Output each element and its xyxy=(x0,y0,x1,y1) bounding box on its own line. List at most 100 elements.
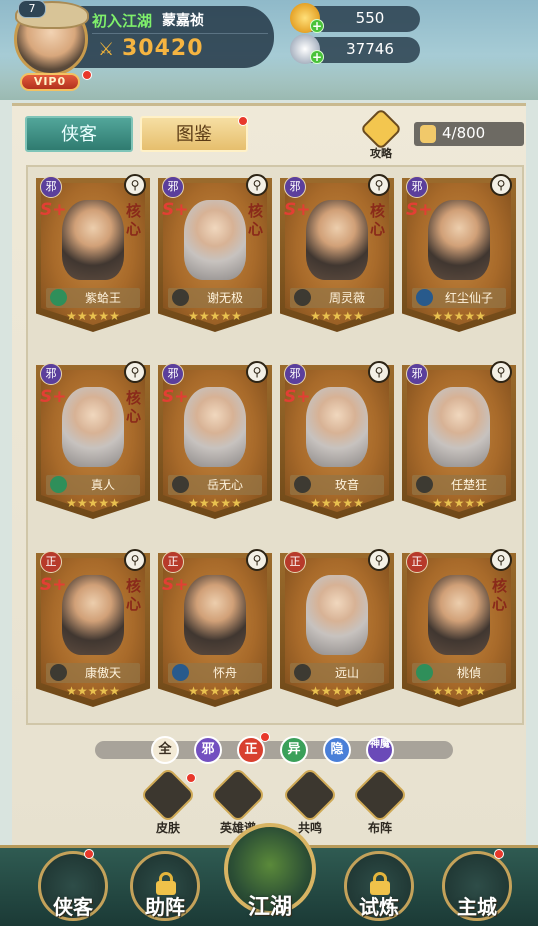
hero-name: 任楚狂 xyxy=(450,478,487,492)
hero-card[interactable]: 邪 ⚲ S+ 核心 真人 ★★★★★ xyxy=(36,357,150,525)
star-rating: ★★★★★ xyxy=(66,309,120,323)
hero-name: 康傲天 xyxy=(84,666,121,680)
core-label: 核心 xyxy=(126,577,142,613)
hero-card[interactable]: 邪 ⚲ 任楚狂 ★★★★★ xyxy=(402,357,516,525)
hero-name: 紫蛤王 xyxy=(84,291,121,305)
magnifier-icon[interactable]: ⚲ xyxy=(124,361,146,383)
hero-card[interactable]: 邪 ⚲ S+ 核心 谢无极 ★★★★★ xyxy=(158,170,272,338)
filter-notification-dot xyxy=(260,732,270,742)
add-gold-button[interactable]: + xyxy=(310,19,324,33)
faction-filter-button[interactable]: 隐 xyxy=(323,736,351,764)
vip-badge[interactable]: VIP0 xyxy=(20,73,80,91)
magnifier-icon[interactable]: ⚲ xyxy=(124,549,146,571)
codex-notification-dot xyxy=(238,116,248,126)
hero-card[interactable]: 正 ⚲ 远山 ★★★★★ xyxy=(280,545,394,713)
collection-icon xyxy=(420,125,436,143)
resonance-icon xyxy=(281,766,339,824)
star-rating: ★★★★★ xyxy=(310,496,364,510)
player-title: 初入江湖 xyxy=(92,12,153,30)
resonance-button[interactable]: 共鸣 xyxy=(281,766,339,836)
skin-label: 皮肤 xyxy=(155,821,180,835)
magnifier-icon[interactable]: ⚲ xyxy=(124,174,146,196)
hero-type-icon xyxy=(294,476,311,493)
hero-name: 红尘仙子 xyxy=(444,291,493,305)
hero-name: 谢无极 xyxy=(206,291,243,305)
faction-filter-button[interactable]: 全 xyxy=(151,736,179,764)
faction-badge: 正 xyxy=(162,551,184,573)
star-rating: ★★★★★ xyxy=(432,496,486,510)
core-label: 核心 xyxy=(248,202,264,238)
tab-codex[interactable]: 图鉴 xyxy=(140,116,248,152)
skin-button[interactable]: 皮肤 xyxy=(139,766,197,836)
faction-badge: 正 xyxy=(40,551,62,573)
grade-label: S+ xyxy=(284,387,311,407)
formation-grid-icon xyxy=(351,766,409,824)
hero-type-icon xyxy=(416,476,433,493)
hero-name: 周灵薇 xyxy=(328,291,365,305)
faction-filter-bar xyxy=(95,741,453,759)
magnifier-icon[interactable]: ⚲ xyxy=(368,549,390,571)
hero-type-icon xyxy=(172,664,189,681)
faction-filter-button[interactable]: 神魔 xyxy=(366,736,394,764)
add-silver-button[interactable]: + xyxy=(310,50,324,64)
hero-name: 桃偵 xyxy=(456,666,481,680)
faction-filter-button[interactable]: 异 xyxy=(280,736,308,764)
hero-portrait xyxy=(306,200,368,280)
grade-label: S+ xyxy=(40,387,67,407)
hero-name: 岳无心 xyxy=(206,478,243,492)
hero-type-icon xyxy=(172,476,189,493)
hero-type-icon xyxy=(50,664,67,681)
star-rating: ★★★★★ xyxy=(432,684,486,698)
skin-notification-dot xyxy=(186,773,196,783)
hero-card[interactable]: 正 ⚲ S+ 怀舟 ★★★★★ xyxy=(158,545,272,713)
hero-name: 怀舟 xyxy=(212,666,237,680)
faction-badge: 邪 xyxy=(162,363,184,385)
grade-label: S+ xyxy=(162,387,189,407)
faction-badge: 邪 xyxy=(406,176,428,198)
faction-badge: 邪 xyxy=(40,363,62,385)
formation-label: 布阵 xyxy=(367,821,392,835)
faction-badge: 邪 xyxy=(284,176,306,198)
star-rating: ★★★★★ xyxy=(188,309,242,323)
hero-card[interactable]: 邪 ⚲ S+ 红尘仙子 ★★★★★ xyxy=(402,170,516,338)
collection-count-pill: 4/800 xyxy=(414,122,524,146)
core-label: 核心 xyxy=(370,202,386,238)
star-rating: ★★★★★ xyxy=(310,309,364,323)
magnifier-icon[interactable]: ⚲ xyxy=(368,361,390,383)
faction-filter-button[interactable]: 邪 xyxy=(194,736,222,764)
tab-heroes[interactable]: 侠客 xyxy=(25,116,133,152)
faction-badge: 正 xyxy=(406,551,428,573)
hero-card[interactable]: 邪 ⚲ S+ 核心 周灵薇 ★★★★★ xyxy=(280,170,394,338)
magnifier-icon[interactable]: ⚲ xyxy=(246,549,268,571)
nav-trial-label: 试炼 xyxy=(359,895,399,919)
hero-type-icon xyxy=(416,289,433,306)
hero-card[interactable]: 邪 ⚲ S+ 玫音 ★★★★★ xyxy=(280,357,394,525)
magnifier-icon[interactable]: ⚲ xyxy=(368,174,390,196)
magnifier-icon[interactable]: ⚲ xyxy=(490,549,512,571)
magnifier-icon[interactable]: ⚲ xyxy=(490,174,512,196)
hero-name: 玫音 xyxy=(334,478,359,492)
hero-portrait xyxy=(428,387,490,467)
silver-value: 37746 xyxy=(346,40,394,58)
magnifier-icon[interactable]: ⚲ xyxy=(246,174,268,196)
hero-card[interactable]: 正 ⚲ S+ 核心 康傲天 ★★★★★ xyxy=(36,545,150,713)
nav-jianghu-label: 江湖 xyxy=(247,895,292,920)
grade-label: S+ xyxy=(406,200,433,220)
guide-label: 攻略 xyxy=(370,147,392,160)
guide-button[interactable]: 攻略 xyxy=(359,107,403,160)
hero-type-icon xyxy=(294,664,311,681)
guide-book-icon xyxy=(359,107,403,151)
hero-card[interactable]: 邪 ⚲ S+ 核心 紫蛤王 ★★★★★ xyxy=(36,170,150,338)
nav-city-label: 主城 xyxy=(457,895,497,919)
faction-badge: 邪 xyxy=(40,176,62,198)
hero-card[interactable]: 正 ⚲ 核心 桃偵 ★★★★★ xyxy=(402,545,516,713)
grade-label: S+ xyxy=(40,200,67,220)
combat-power: 30420 xyxy=(122,36,204,61)
hero-card[interactable]: 邪 ⚲ S+ 岳无心 ★★★★★ xyxy=(158,357,272,525)
formation-button[interactable]: 布阵 xyxy=(351,766,409,836)
hero-portrait xyxy=(184,575,246,655)
magnifier-icon[interactable]: ⚲ xyxy=(246,361,268,383)
magnifier-icon[interactable]: ⚲ xyxy=(490,361,512,383)
faction-badge: 邪 xyxy=(284,363,306,385)
collection-count: 4/800 xyxy=(442,124,486,142)
